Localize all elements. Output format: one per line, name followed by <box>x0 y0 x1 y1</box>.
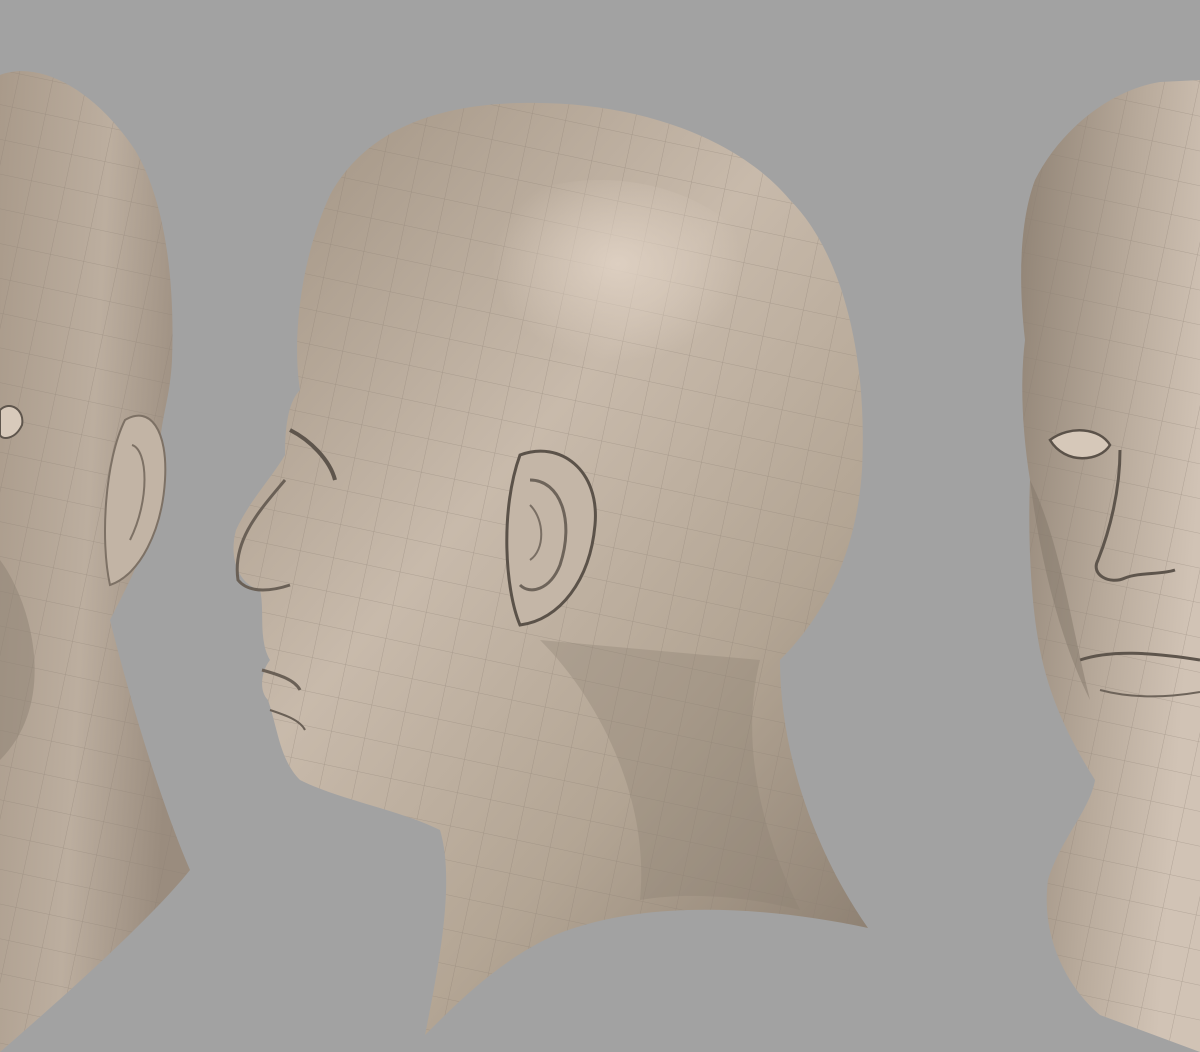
head-bust-side-profile <box>233 102 869 1035</box>
head-bust-three-quarter-left <box>0 71 190 1052</box>
head-bust-three-quarter-right <box>1021 80 1200 1052</box>
viewport-canvas <box>0 71 1200 1052</box>
sculpt-viewport <box>0 0 1200 1052</box>
